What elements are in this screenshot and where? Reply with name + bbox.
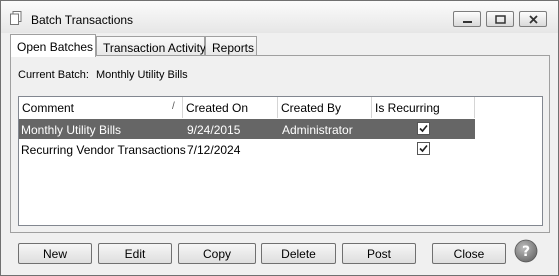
grid-header: Comment / Created On Created By Is Recur… (19, 97, 475, 120)
edit-button[interactable]: Edit (98, 243, 172, 264)
column-header-is-recurring[interactable]: Is Recurring (372, 97, 475, 118)
checkmark-icon (419, 144, 428, 153)
current-batch-value: Monthly Utility Bills (95, 69, 188, 81)
cell-created-by (280, 139, 282, 159)
tab-transaction-activity[interactable]: Transaction Activity (96, 36, 206, 55)
sort-indicator-icon: / (172, 101, 175, 112)
post-button[interactable]: Post (342, 243, 416, 264)
is-recurring-checkbox[interactable] (417, 122, 430, 135)
current-batch-label: Current Batch: (18, 69, 89, 81)
close-button[interactable]: Close (432, 243, 506, 264)
delete-button[interactable]: Delete (261, 243, 336, 264)
column-header-comment[interactable]: Comment / (19, 97, 183, 118)
tab-open-batches[interactable]: Open Batches (10, 34, 96, 57)
close-window-button[interactable] (519, 11, 547, 27)
svg-text:?: ? (522, 244, 530, 260)
maximize-icon (495, 15, 506, 24)
help-icon[interactable]: ? (514, 239, 538, 263)
table-row[interactable]: Monthly Utility Bills 9/24/2015 Administ… (19, 119, 475, 139)
tab-reports[interactable]: Reports (205, 36, 257, 55)
cell-comment: Recurring Vendor Transactions (21, 143, 186, 157)
window-title: Batch Transactions (31, 13, 134, 27)
close-icon (529, 15, 538, 24)
cell-created-by: Administrator (282, 123, 353, 137)
table-row[interactable]: Recurring Vendor Transactions 7/12/2024 (19, 139, 475, 159)
minimize-button[interactable] (453, 11, 481, 27)
column-header-created-on[interactable]: Created On (183, 97, 278, 118)
batch-transactions-window: Batch Transactions Open Batches Transact… (0, 0, 559, 276)
batches-grid[interactable]: Comment / Created On Created By Is Recur… (18, 96, 543, 226)
checkmark-icon (419, 124, 428, 133)
title-bar: Batch Transactions (1, 1, 558, 33)
column-header-label: Comment (22, 101, 75, 115)
cell-created-on: 7/12/2024 (187, 143, 241, 157)
cell-comment: Monthly Utility Bills (21, 123, 122, 137)
new-button[interactable]: New (18, 243, 92, 264)
current-batch: Current Batch: Monthly Utility Bills (18, 69, 188, 81)
open-batches-panel: Current Batch: Monthly Utility Bills Com… (10, 55, 550, 233)
minimize-icon (463, 21, 472, 23)
maximize-button[interactable] (486, 11, 514, 27)
copy-button[interactable]: Copy (178, 243, 256, 264)
is-recurring-checkbox[interactable] (417, 142, 430, 155)
column-header-created-by[interactable]: Created By (278, 97, 372, 118)
document-icon (10, 11, 22, 25)
cell-created-on: 9/24/2015 (187, 123, 241, 137)
